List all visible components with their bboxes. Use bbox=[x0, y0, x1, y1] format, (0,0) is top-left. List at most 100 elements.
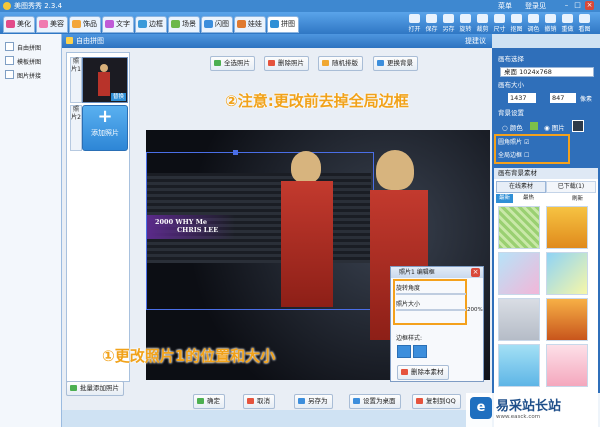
resize-handle[interactable] bbox=[233, 150, 238, 155]
tab-beautify[interactable]: 美化 bbox=[3, 16, 35, 33]
thumbnail-panel: 照片1 替换 照片2 + 添加照片 bbox=[66, 52, 130, 382]
height-input[interactable]: 847 bbox=[550, 93, 576, 103]
material-thumb[interactable] bbox=[546, 252, 588, 295]
material-thumb[interactable] bbox=[498, 252, 540, 295]
material-thumb[interactable] bbox=[546, 344, 588, 387]
color-tool[interactable]: 调色 bbox=[525, 14, 542, 33]
thumb-figure-body bbox=[98, 72, 110, 96]
popup-close-icon[interactable]: × bbox=[471, 268, 480, 277]
tab-downloaded-materials[interactable]: 已下载(1) bbox=[546, 181, 596, 193]
menu-link[interactable]: 菜单 bbox=[498, 1, 512, 11]
confirm-button[interactable]: 确定 bbox=[193, 394, 225, 409]
round-corner-option[interactable]: 圆角照片 ☑ bbox=[498, 137, 529, 146]
minimize-icon[interactable]: – bbox=[562, 1, 571, 10]
crop-icon bbox=[477, 14, 488, 23]
random-layout-button[interactable]: 随机排版 bbox=[318, 56, 363, 71]
color-icon bbox=[528, 14, 539, 23]
caption-line2: CHRIS LEE bbox=[177, 226, 219, 234]
save-as-button[interactable]: 另存为 bbox=[294, 394, 333, 409]
rotate-icon bbox=[460, 14, 471, 23]
delete-photo-button[interactable]: 删除照片 bbox=[264, 56, 309, 71]
photo1-thumbnail[interactable]: 替换 bbox=[82, 57, 128, 103]
suggestion-link[interactable]: 提建议 bbox=[465, 36, 486, 46]
tab-accessories[interactable]: 饰品 bbox=[69, 16, 101, 33]
maximize-icon[interactable]: □ bbox=[573, 1, 582, 10]
tab-collage[interactable]: 拼图 bbox=[267, 16, 299, 33]
photo1-tab[interactable]: 照片1 bbox=[70, 57, 82, 103]
tab-beauty[interactable]: 美容 bbox=[36, 16, 68, 33]
button-label: 复制到QQ bbox=[426, 397, 456, 405]
tab-label: 场景 bbox=[182, 20, 196, 28]
button-label: 另存为 bbox=[308, 397, 328, 405]
resize-tool[interactable]: 尺寸 bbox=[491, 14, 508, 33]
material-panel: 在线素材 已下载(1) 最新 最热 刷新 bbox=[494, 179, 598, 427]
left-item-template-collage[interactable]: 模板拼图 bbox=[5, 56, 41, 67]
rotate-tool[interactable]: 旋转 bbox=[457, 14, 474, 33]
add-photo-button[interactable]: + 添加照片 bbox=[82, 105, 128, 151]
open-tool[interactable]: 打开 bbox=[406, 14, 423, 33]
width-input[interactable]: 1437 bbox=[508, 93, 536, 103]
material-thumb[interactable] bbox=[546, 206, 588, 249]
batch-add-button[interactable]: 批量添加照片 bbox=[66, 381, 124, 396]
radio-selected-icon: ◉ bbox=[544, 124, 550, 132]
material-thumb[interactable] bbox=[498, 206, 540, 249]
material-thumb[interactable] bbox=[546, 298, 588, 341]
tab-flash[interactable]: 闪图 bbox=[201, 16, 233, 33]
redo-tool[interactable]: 重做 bbox=[559, 14, 576, 33]
cutout-tool[interactable]: 抠图 bbox=[508, 14, 525, 33]
caption-line1: 2000 WHY Me bbox=[155, 218, 208, 226]
annotation-2: ②注意:更改前去掉全局边框 bbox=[225, 92, 409, 110]
photo1-figure-head bbox=[291, 151, 321, 183]
redo-icon bbox=[562, 14, 573, 23]
tag-latest[interactable]: 最新 bbox=[496, 194, 514, 203]
material-thumb[interactable] bbox=[498, 298, 540, 341]
undo-tool[interactable]: 撤销 bbox=[542, 14, 559, 33]
set-desktop-button[interactable]: 设置为桌面 bbox=[349, 394, 401, 409]
login-link[interactable]: 登录见 bbox=[525, 1, 546, 11]
replace-button[interactable]: 替换 bbox=[110, 93, 126, 101]
image-option-label: 图片 bbox=[551, 124, 565, 132]
tab-border[interactable]: 边框 bbox=[135, 16, 167, 33]
tab-label: 美化 bbox=[17, 20, 31, 28]
photo2-tab[interactable]: 照片2 bbox=[70, 105, 82, 151]
select-all-button[interactable]: 全选照片 bbox=[210, 56, 255, 71]
copy-to-qq-button[interactable]: 复制到QQ bbox=[412, 394, 461, 409]
global-border-option[interactable]: 全局边框 ☐ bbox=[498, 150, 529, 159]
delete-material-button[interactable]: 删除本素材 bbox=[397, 365, 449, 380]
tab-doll[interactable]: 娃娃 bbox=[234, 16, 266, 33]
tab-online-materials[interactable]: 在线素材 bbox=[496, 181, 546, 193]
crop-tool[interactable]: 裁剪 bbox=[474, 14, 491, 33]
watermark-name: 易采站长站 bbox=[496, 399, 562, 414]
rotate-slider[interactable] bbox=[396, 293, 466, 295]
color-swatch[interactable] bbox=[530, 122, 538, 130]
background-image-swatch[interactable] bbox=[572, 120, 584, 132]
tab-label: 美容 bbox=[50, 20, 64, 28]
left-item-image-join[interactable]: 图片拼接 bbox=[5, 70, 41, 81]
color-option[interactable]: ○ 颜色 bbox=[502, 122, 523, 132]
tab-text[interactable]: 文字 bbox=[102, 16, 134, 33]
app-title: 美图秀秀 2.3.4 bbox=[14, 2, 63, 10]
view-tool[interactable]: 看图 bbox=[576, 14, 593, 33]
save-tool[interactable]: 保存 bbox=[423, 14, 440, 33]
tool-label: 重做 bbox=[561, 26, 574, 33]
saveas-tool[interactable]: 另存 bbox=[440, 14, 457, 33]
border-style-option-2[interactable] bbox=[413, 345, 427, 358]
refresh-link[interactable]: 刷新 bbox=[572, 194, 583, 202]
border-style-option-1[interactable] bbox=[397, 345, 411, 358]
tab-scene[interactable]: 场景 bbox=[168, 16, 200, 33]
canvas-size-select[interactable]: 桌面 1024x768 bbox=[500, 67, 594, 77]
size-label: 照片大小 bbox=[396, 301, 421, 308]
collage-icon bbox=[270, 20, 279, 28]
doll-icon bbox=[237, 20, 246, 28]
cancel-button[interactable]: 取消 bbox=[243, 394, 275, 409]
photo1-frame[interactable]: 2000 WHY Me CHRIS LEE bbox=[146, 150, 374, 310]
image-option[interactable]: ◉ 图片 bbox=[544, 122, 565, 132]
delete-icon bbox=[268, 60, 275, 66]
material-thumb[interactable] bbox=[498, 344, 540, 387]
left-item-free-collage[interactable]: 自由拼图 bbox=[5, 42, 41, 53]
tag-hot[interactable]: 最热 bbox=[520, 194, 537, 203]
size-slider[interactable] bbox=[396, 309, 466, 311]
close-icon[interactable]: × bbox=[585, 1, 594, 10]
change-background-button[interactable]: 更换背景 bbox=[373, 56, 418, 71]
button-label: 删除照片 bbox=[278, 59, 304, 67]
